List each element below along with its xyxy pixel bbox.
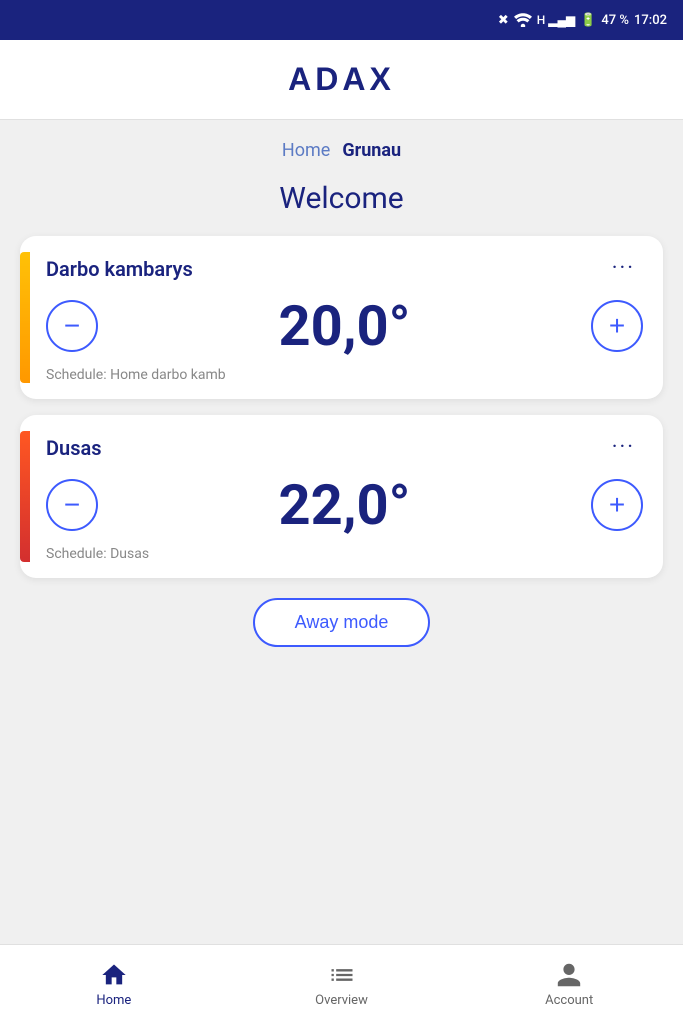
card-controls-2: − 22,0° + [46, 472, 643, 538]
breadcrumb-grunau[interactable]: Grunau [342, 140, 401, 161]
card-header-1: Darbo kambarys ··· [46, 252, 643, 285]
device-card-2: Dusas ··· − 22,0° + Schedule: Dusas [20, 415, 663, 578]
card-accent-2 [20, 431, 30, 562]
more-options-1[interactable]: ··· [604, 252, 643, 285]
nav-account[interactable]: Account [455, 953, 683, 1016]
schedule-2: Schedule: Dusas [46, 546, 643, 562]
signal-icon: H ▂▄▆ [537, 13, 575, 27]
home-icon [100, 961, 128, 989]
account-icon [555, 961, 583, 989]
decrease-btn-2[interactable]: − [46, 479, 98, 531]
nav-home[interactable]: Home [0, 953, 228, 1016]
breadcrumb: Home Grunau [20, 120, 663, 171]
nav-overview-label: Overview [315, 993, 368, 1008]
increase-btn-2[interactable]: + [591, 479, 643, 531]
wifi-icon [514, 13, 532, 27]
welcome-title: Welcome [20, 181, 663, 216]
app-logo: ADAX [288, 61, 395, 98]
nav-account-label: Account [545, 993, 593, 1008]
away-mode-container: Away mode [20, 598, 663, 647]
bluetooth-icon: ✖ [498, 13, 509, 28]
decrease-btn-1[interactable]: − [46, 300, 98, 352]
bottom-nav: Home Overview Account [0, 944, 683, 1024]
time: 17:02 [634, 13, 667, 28]
temperature-2: 22,0° [279, 472, 411, 538]
status-icons: ✖ H ▂▄▆ 🔋 47 % 17:02 [498, 13, 667, 28]
status-bar: ✖ H ▂▄▆ 🔋 47 % 17:02 [0, 0, 683, 40]
card-body-2: Dusas ··· − 22,0° + Schedule: Dusas [46, 431, 643, 562]
more-options-2[interactable]: ··· [604, 431, 643, 464]
main-content: Home Grunau Welcome Darbo kambarys ··· −… [0, 120, 683, 944]
card-header-2: Dusas ··· [46, 431, 643, 464]
card-body-1: Darbo kambarys ··· − 20,0° + Schedule: H… [46, 252, 643, 383]
card-controls-1: − 20,0° + [46, 293, 643, 359]
device-card-1: Darbo kambarys ··· − 20,0° + Schedule: H… [20, 236, 663, 399]
device-name-2: Dusas [46, 436, 102, 460]
battery-icon: 🔋 [580, 13, 596, 28]
card-accent-1 [20, 252, 30, 383]
battery-level: 47 % [601, 13, 629, 28]
schedule-1: Schedule: Home darbo kamb [46, 367, 643, 383]
app-header: ADAX [0, 40, 683, 120]
away-mode-button[interactable]: Away mode [253, 598, 431, 647]
breadcrumb-home[interactable]: Home [282, 140, 330, 161]
overview-icon [328, 961, 356, 989]
nav-home-label: Home [96, 993, 131, 1008]
device-name-1: Darbo kambarys [46, 257, 193, 281]
nav-overview[interactable]: Overview [228, 953, 456, 1016]
temperature-1: 20,0° [279, 293, 411, 359]
increase-btn-1[interactable]: + [591, 300, 643, 352]
